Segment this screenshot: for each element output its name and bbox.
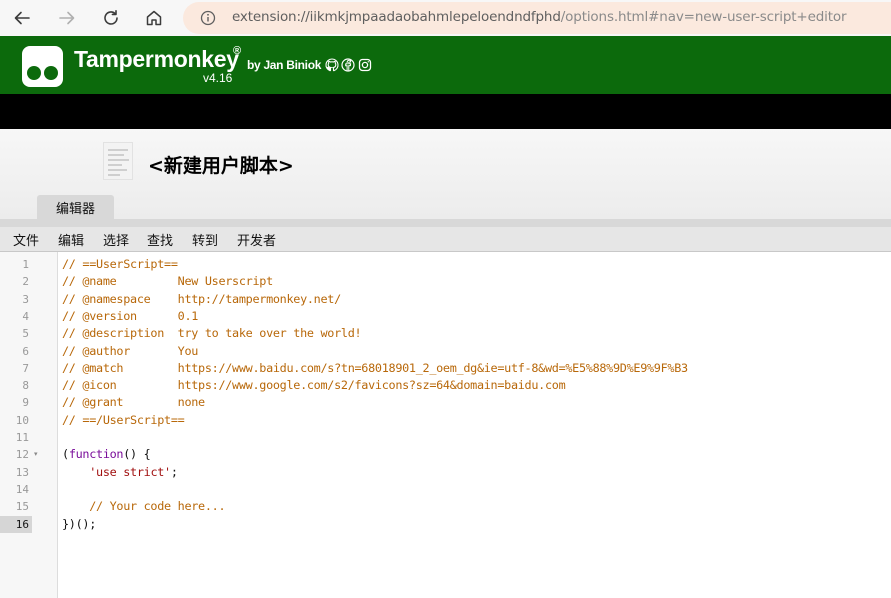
line-number: 13 [15,465,29,479]
home-button[interactable] [140,4,168,32]
code-line[interactable]: (function() { [62,446,151,463]
back-icon [14,11,30,25]
line-number: 16 [0,515,32,533]
tampermonkey-logo-icon[interactable] [22,46,63,87]
code-line[interactable]: 'use strict'; [62,464,178,481]
code-token: })(); [62,516,97,531]
code-token: ( [62,447,69,462]
code-token: function [68,447,124,462]
code-token: // @icon https://www.google.com/s2/favic… [62,378,566,393]
browser-toolbar: extension://iikmkjmpaadaobahmlepeloendnd… [0,0,891,36]
code-line[interactable]: // @author You [62,343,198,360]
instagram-icon[interactable] [358,58,372,72]
menu-file[interactable]: 文件 [13,230,39,249]
code-token: // @description try to take over the wor… [62,326,362,341]
line-number: 2 [22,275,29,289]
line-number: 7 [22,361,29,375]
page-title: <新建用户脚本> [148,155,294,177]
code-line[interactable]: // ==/UserScript== [62,412,185,429]
url-path: /options.html#nav=new-user-script+editor [560,9,847,25]
code-token: // @grant none [62,395,205,410]
code-line[interactable]: // @description try to take over the wor… [62,325,362,342]
line-number: 6 [22,344,29,358]
github-icon[interactable] [325,58,339,72]
line-number-gutter: 1 2 3 4 5 6 7 8 9 10 11 12 ▾ 13 14 15 16 [0,252,58,598]
line-number: 8 [22,379,29,393]
line-number: 11 [15,431,29,444]
script-icon [103,142,133,180]
line-number: 3 [22,292,29,306]
logo-eye-right [44,66,58,80]
code-line[interactable]: // @grant none [62,394,205,411]
menu-find[interactable]: 查找 [147,230,173,249]
tab-strip [0,219,891,227]
info-icon[interactable] [200,10,216,26]
logo-eye-left [27,66,41,80]
code-token: () { [123,447,151,462]
code-line[interactable]: // @name New Userscript [62,273,273,290]
code-token: // Your code here... [62,499,226,514]
code-line[interactable]: // @icon https://www.google.com/s2/favic… [62,377,566,394]
script-title-area: <新建用户脚本> 编辑器 [0,129,891,220]
author-link[interactable]: by Jan Biniok [247,58,321,72]
address-bar[interactable]: extension://iikmkjmpaadaobahmlepeloendnd… [183,2,891,34]
app-version: v4.16 [203,71,233,85]
home-icon [146,10,162,26]
code-line[interactable]: // Your code here... [62,498,225,515]
facebook-icon[interactable] [341,58,355,72]
fold-toggle-icon[interactable]: ▾ [34,446,38,463]
registered-mark: ® [233,45,242,57]
line-number: 15 [15,500,29,514]
code-token: // ==/UserScript== [62,412,185,427]
app-header: Tampermonkey ® v4.16 by Jan Biniok [0,36,891,94]
tab-bar-band [0,94,891,129]
tab-editor[interactable]: 编辑器 [37,195,114,220]
code-token: // ==UserScript== [62,257,178,271]
code-token: // @namespace http://tampermonkey.net/ [62,291,341,306]
code-token: ; [170,464,178,479]
code-editor[interactable]: 1 2 3 4 5 6 7 8 9 10 11 12 ▾ 13 14 15 16 // ==UserScript… [0,252,891,598]
reload-icon [104,10,118,25]
code-token: 'use strict' [89,464,171,479]
code-line[interactable]: })(); [62,516,96,533]
line-number: 12 [15,448,29,462]
line-number: 1 [22,258,29,271]
menu-selection[interactable]: 选择 [103,230,129,249]
forward-icon [59,11,75,25]
code-line[interactable]: // @namespace http://tampermonkey.net/ [62,291,341,308]
code-line[interactable]: // @match https://www.baidu.com/s?tn=680… [62,360,688,377]
reload-button[interactable] [97,4,125,32]
menu-developer[interactable]: 开发者 [237,230,276,249]
line-number: 10 [15,413,29,427]
code-line[interactable]: // ==UserScript== [62,256,178,273]
editor-menu-bar: 文件 编辑 选择 查找 转到 开发者 [0,227,891,252]
code-token: // @author You [62,343,199,358]
line-number: 5 [22,327,29,341]
app-title[interactable]: Tampermonkey [74,46,239,73]
url-text[interactable]: extension://iikmkjmpaadaobahmlepeloendnd… [232,9,847,25]
forward-button[interactable] [53,4,81,32]
menu-goto[interactable]: 转到 [192,230,218,249]
line-number: 9 [22,396,29,410]
code-token: // @name New Userscript [62,274,273,289]
menu-edit[interactable]: 编辑 [58,230,84,249]
line-number: 4 [22,309,29,323]
line-number: 14 [15,482,29,496]
back-button[interactable] [8,4,36,32]
code-line[interactable]: // @version 0.1 [62,308,198,325]
code-token: // @match https://www.baidu.com/s?tn=680… [62,360,688,375]
url-host: extension://iikmkjmpaadaobahmlepeloendnd… [232,9,561,25]
code-token: // @version 0.1 [62,308,199,323]
